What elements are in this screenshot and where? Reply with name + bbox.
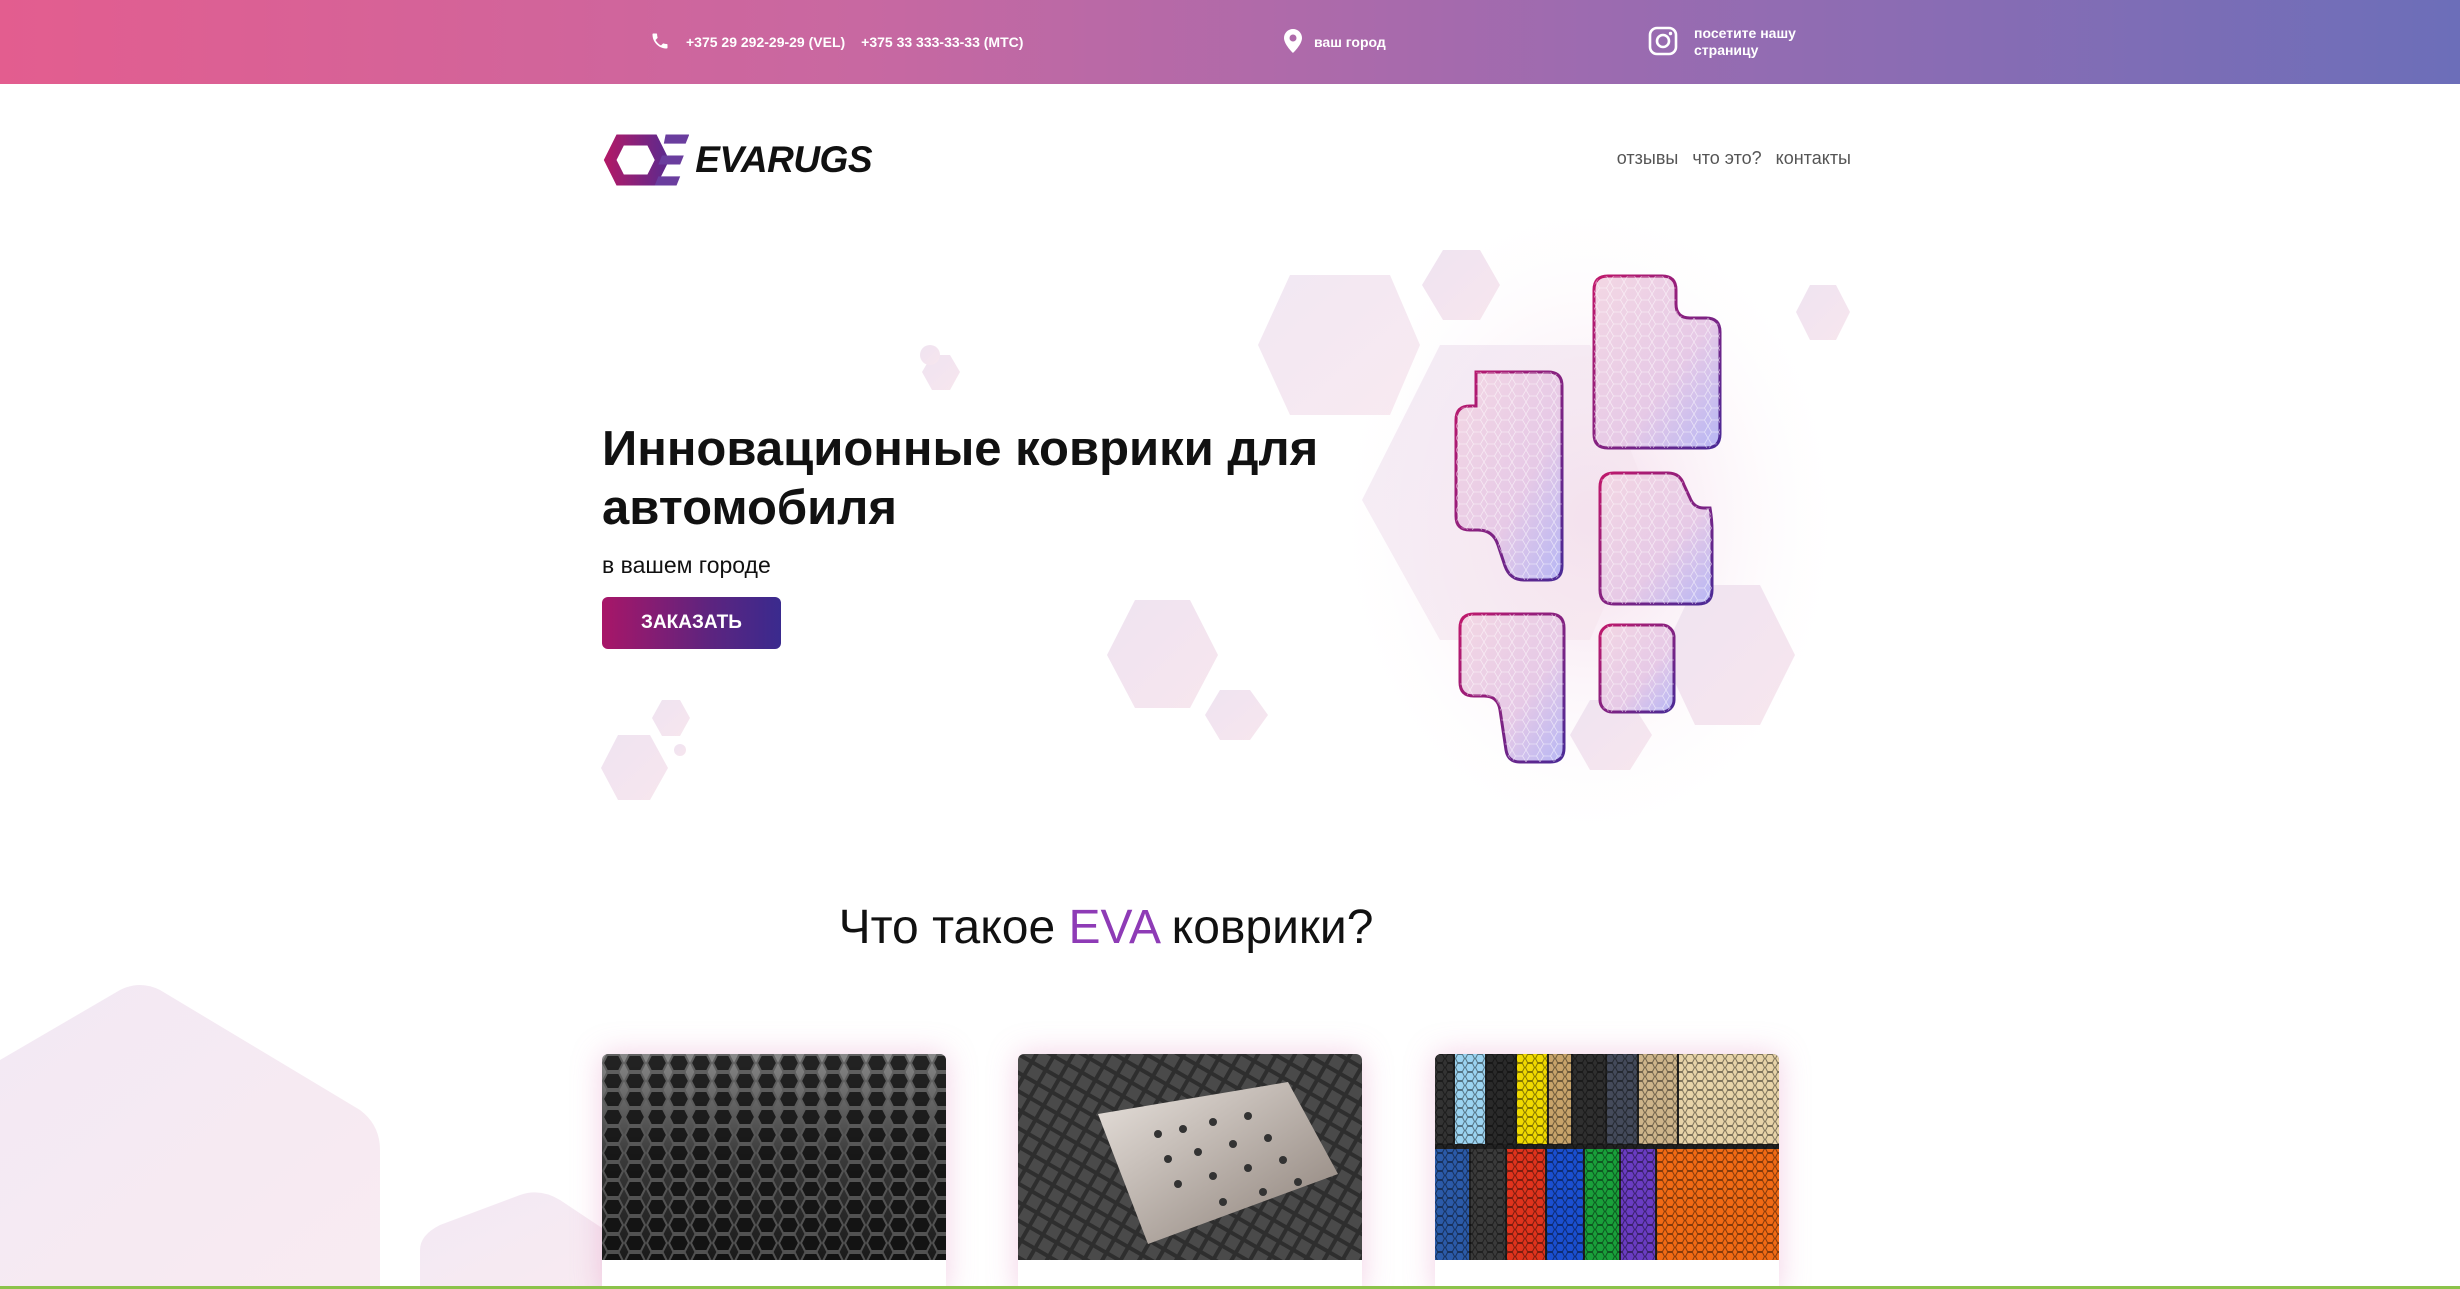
section-title: Что такое EVA коврики? <box>0 900 2212 955</box>
eva-color-samples-image <box>1435 1054 1779 1260</box>
page: +375 29 292-29-29 (VEL) +375 33 333-33-3… <box>0 0 2460 1289</box>
section-title-accent: EVA <box>1068 901 1159 954</box>
section-title-start: Что такое <box>838 901 1069 954</box>
card-eva-texture <box>602 1054 946 1289</box>
section-title-end: коврики? <box>1158 901 1374 954</box>
card-eva-colors <box>1435 1054 1779 1289</box>
hero-subtitle: в вашем городе <box>602 552 771 578</box>
card-eva-pedal <box>1018 1054 1362 1289</box>
hero-title: Инновационные коврики для автомобиля <box>602 422 1319 535</box>
eva-mat-with-heel-pad-image <box>1018 1054 1362 1260</box>
order-button[interactable]: ЗАКАЗАТЬ <box>602 597 781 649</box>
eva-texture-image <box>602 1054 946 1260</box>
